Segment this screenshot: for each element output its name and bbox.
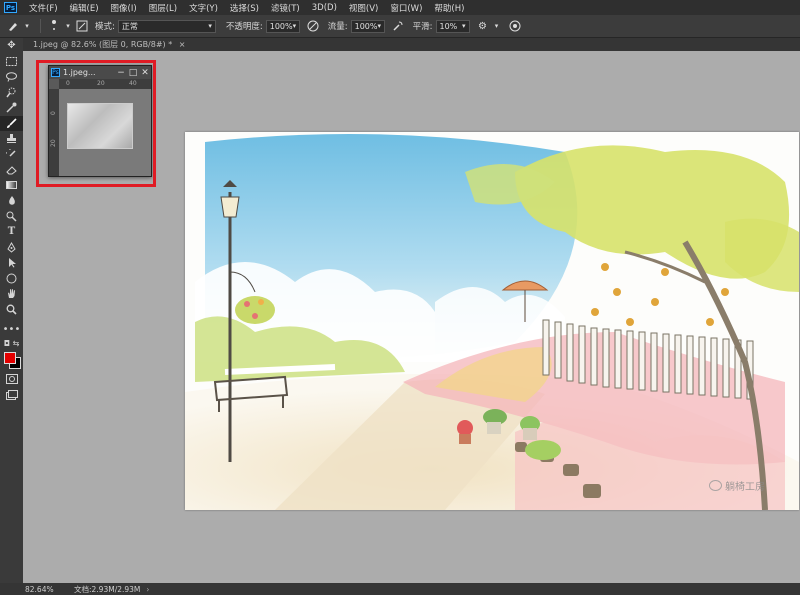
pressure-size-icon[interactable]	[508, 19, 522, 33]
photoshop-logo: Ps	[51, 68, 60, 77]
quick-select-icon[interactable]	[0, 85, 23, 101]
color-swatches	[0, 350, 23, 372]
airbrush-icon[interactable]	[391, 19, 405, 33]
stamp-icon[interactable]	[0, 131, 23, 147]
chevron-down-icon[interactable]: ▾	[61, 19, 75, 33]
path-select-icon[interactable]	[0, 255, 23, 271]
mode-label: 模式:	[95, 22, 115, 32]
opacity-value: 100%	[269, 21, 293, 31]
chevron-right-icon[interactable]: ›	[146, 585, 149, 594]
eraser-icon[interactable]	[0, 162, 23, 178]
menu-select[interactable]: 选择(S)	[224, 2, 265, 14]
foreground-color-swatch[interactable]	[4, 351, 16, 364]
brush-size-icon[interactable]	[47, 19, 61, 33]
zoom-level[interactable]: 82.64%	[25, 585, 70, 594]
close-icon[interactable]: ✕	[139, 68, 151, 78]
more-icon[interactable]: •••	[0, 322, 23, 338]
smoothing-label: 平滑:	[412, 22, 433, 32]
ruler-label: 20	[97, 80, 105, 87]
options-bar: ▾ ▾ 模式: 正常 ▾ 不透明度: 100% ▾ 流量: 100% ▾ 平滑:…	[0, 15, 800, 38]
hand-icon[interactable]	[0, 286, 23, 302]
screen-mode-icon[interactable]	[0, 387, 23, 403]
watermark: 躺椅工房	[709, 478, 765, 493]
ruler-label: 0	[66, 80, 70, 87]
minimize-icon[interactable]: −	[115, 68, 127, 78]
image-canvas[interactable]: 躺椅工房	[185, 132, 799, 510]
pen-icon[interactable]	[0, 240, 23, 256]
blur-icon[interactable]	[0, 193, 23, 209]
gradient-icon[interactable]	[0, 178, 23, 194]
document-tab-label: 1.jpeg @ 82.6% (图层 0, RGB/8#) *	[33, 40, 173, 49]
gear-icon[interactable]: ⚙	[476, 19, 490, 33]
document-info: 文档:2.93M/2.93M	[74, 584, 141, 594]
document-tab-bar: 1.jpeg @ 82.6% (图层 0, RGB/8#) * ×	[23, 38, 800, 51]
menu-window[interactable]: 窗口(W)	[384, 2, 428, 14]
menu-bar: Ps 文件(F) 编辑(E) 图像(I) 图层(L) 文字(Y) 选择(S) 滤…	[0, 0, 800, 15]
status-bar: 82.64% 文档:2.93M/2.93M ›	[0, 583, 800, 595]
shape-icon[interactable]	[0, 271, 23, 287]
brush-icon[interactable]	[0, 115, 23, 131]
smoothing-field[interactable]: 10% ▾	[435, 19, 470, 33]
move-icon[interactable]: ✥	[0, 38, 23, 54]
floating-window-title: 1.jpeg...	[63, 68, 96, 77]
opacity-label: 不透明度:	[225, 22, 263, 32]
chevron-down-icon: ▾	[208, 21, 212, 30]
menu-edit[interactable]: 编辑(E)	[64, 2, 105, 14]
reset-colors-icon[interactable]: ◘ ⇆	[0, 338, 23, 350]
quick-mask-icon[interactable]	[0, 372, 23, 388]
floating-window-canvas[interactable]	[59, 89, 151, 176]
brush-tool-preset-icon[interactable]	[6, 19, 20, 33]
close-icon[interactable]: ×	[179, 40, 186, 49]
flow-field[interactable]: 100% ▾	[350, 19, 385, 33]
menu-file[interactable]: 文件(F)	[23, 2, 64, 14]
brush-settings-panel-icon[interactable]	[75, 19, 89, 33]
chevron-down-icon[interactable]: ▾	[490, 19, 504, 33]
zoom-icon[interactable]	[0, 302, 23, 318]
floating-document-window[interactable]: Ps 1.jpeg... − □ ✕ 0 20 40 0 20	[48, 65, 152, 177]
flow-label: 流量:	[327, 22, 348, 32]
maximize-icon[interactable]: □	[127, 68, 139, 78]
menu-help[interactable]: 帮助(H)	[428, 2, 470, 14]
vertical-ruler[interactable]: 0 20	[49, 89, 59, 176]
pressure-opacity-icon[interactable]	[306, 19, 320, 33]
chevron-down-icon[interactable]: ▾	[20, 19, 34, 33]
eyedropper-icon[interactable]	[0, 100, 23, 116]
menu-layer[interactable]: 图层(L)	[143, 2, 183, 14]
document-tab[interactable]: 1.jpeg @ 82.6% (图层 0, RGB/8#) * ×	[27, 38, 191, 51]
menu-view[interactable]: 视图(V)	[343, 2, 384, 14]
watermark-text: 躺椅工房	[725, 482, 765, 493]
ruler-label: 0	[50, 111, 57, 115]
flow-value: 100%	[354, 21, 378, 31]
horizontal-ruler[interactable]: 0 20 40	[59, 79, 151, 89]
watercolor-illustration	[185, 132, 799, 510]
chevron-down-icon: ▾	[292, 21, 297, 30]
floating-window-titlebar[interactable]: Ps 1.jpeg... − □ ✕	[49, 66, 151, 79]
divider	[40, 19, 41, 33]
menu-filter[interactable]: 滤镜(T)	[265, 2, 306, 14]
type-icon[interactable]: T	[0, 224, 23, 240]
marquee-icon[interactable]	[0, 54, 23, 70]
chevron-down-icon: ▾	[461, 21, 466, 30]
image-thumbnail	[67, 103, 133, 149]
ruler-label: 20	[50, 139, 57, 147]
mode-select[interactable]: 正常 ▾	[117, 19, 216, 33]
photoshop-logo: Ps	[4, 2, 17, 13]
tools-panel: ✥ T ••• ◘ ⇆	[0, 38, 24, 583]
lasso-icon[interactable]	[0, 69, 23, 85]
chevron-down-icon: ▾	[377, 21, 382, 30]
wechat-icon	[709, 480, 722, 491]
mode-value: 正常	[121, 21, 138, 31]
menu-3d[interactable]: 3D(D)	[306, 3, 343, 13]
smoothing-value: 10%	[439, 21, 458, 31]
ruler-label: 40	[129, 80, 137, 87]
history-brush-icon[interactable]	[0, 147, 23, 163]
menu-image[interactable]: 图像(I)	[105, 2, 143, 14]
opacity-field[interactable]: 100% ▾	[265, 19, 300, 33]
menu-type[interactable]: 文字(Y)	[183, 2, 224, 14]
dodge-icon[interactable]	[0, 209, 23, 225]
